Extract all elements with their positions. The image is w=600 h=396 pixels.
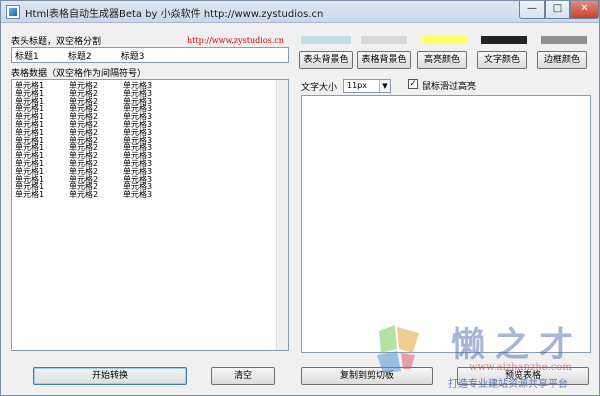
header-value: 标题2	[67, 52, 92, 62]
title-bar[interactable]: Html表格自动生成器Beta by 小焱软件 http://www.zystu…	[1, 1, 599, 23]
data-cell: 单元格1	[15, 190, 45, 200]
site-link[interactable]: http://www.zystudios.cn	[187, 36, 284, 45]
header-value: 标题1	[15, 52, 39, 62]
data-rows: 单元格1 单元格2 单元格3 单元格1 单元格2 单元格3 单元格1 单元格2 单元格3 单元格1…	[15, 82, 285, 199]
text-color-swatch	[481, 36, 527, 44]
watermark-slogan: 打造专业建站资源共享平台	[448, 379, 568, 390]
convert-button[interactable]: 开始转换	[33, 367, 187, 385]
header-bg-swatch	[301, 36, 351, 44]
table-bg-swatch	[361, 36, 407, 44]
maximize-button[interactable]: □	[545, 1, 570, 19]
header-bg-color-button[interactable]: 表头背景色	[299, 51, 353, 69]
hover-highlight-checkbox[interactable]: ✓	[408, 79, 418, 89]
header-input[interactable]: 标题1 标题2 标题3	[11, 47, 289, 63]
vertical-scrollbar[interactable]	[276, 80, 288, 350]
watermark-name: 懒之才	[451, 325, 583, 365]
data-cell: 单元格2	[69, 190, 99, 200]
clear-button[interactable]: 清空	[211, 367, 275, 385]
chevron-down-icon[interactable]: ▼	[379, 80, 390, 92]
header-value: 标题3	[120, 52, 145, 62]
data-cell: 单元格3	[123, 190, 153, 200]
table-bg-color-button[interactable]: 表格背景色	[357, 51, 411, 69]
preview-area[interactable]	[301, 95, 591, 353]
watermark-logo	[377, 325, 419, 373]
hover-highlight-label: 鼠标滑过高亮	[422, 82, 477, 92]
window-title: Html表格自动生成器Beta by 小焱软件 http://www.zystu…	[25, 9, 324, 20]
font-size-label: 文字大小	[301, 83, 338, 93]
watermark-url: www.aizhanzhe.com	[469, 362, 572, 373]
text-color-button[interactable]: 文字颜色	[477, 51, 527, 69]
highlight-swatch	[421, 36, 467, 44]
app-window: Html表格自动生成器Beta by 小焱软件 http://www.zystu…	[0, 0, 600, 396]
data-label: 表格数据（双空格作为间隔符号）	[11, 69, 147, 79]
border-color-swatch	[541, 36, 587, 44]
header-label: 表头标题，双空格分割	[11, 37, 102, 47]
highlight-color-button[interactable]: 高亮颜色	[417, 51, 467, 69]
font-size-select[interactable]: 11px ▼	[343, 79, 391, 93]
minimize-button[interactable]: —	[519, 1, 545, 19]
font-size-value: 11px	[347, 81, 367, 90]
close-button[interactable]: ✕	[570, 1, 599, 19]
data-row: 单元格1 单元格2 单元格3	[15, 191, 285, 199]
app-icon	[6, 5, 20, 19]
table-data-textarea[interactable]: 单元格1 单元格2 单元格3 单元格1 单元格2 单元格3 单元格1 单元格2 单元格3 单元格1…	[11, 79, 289, 351]
border-color-button[interactable]: 边框颜色	[537, 51, 587, 69]
